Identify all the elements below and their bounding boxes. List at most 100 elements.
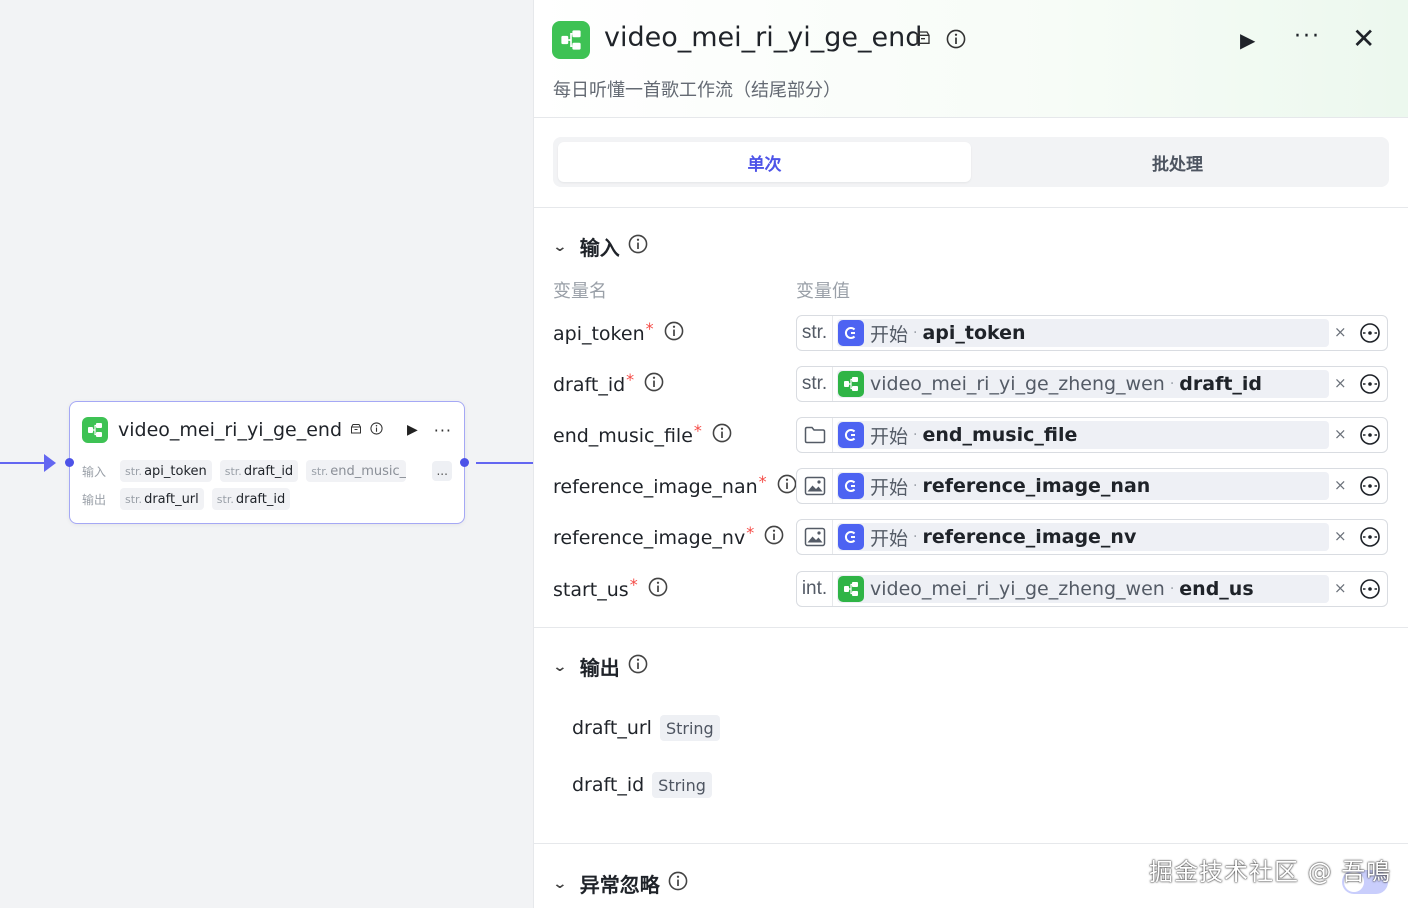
info-icon[interactable] [777, 474, 797, 499]
tab-batch[interactable]: 批处理 [971, 142, 1384, 182]
column-header-value: 变量值 [796, 281, 850, 302]
run-node-button[interactable]: ▶ [407, 422, 418, 438]
variable-reference[interactable]: video_mei_ri_yi_ge_zheng_wen · draft_id [837, 370, 1329, 398]
node-more-button[interactable]: ··· [434, 421, 452, 440]
node-input-row: 输入 str. api_token str. draft_id str. end_mu… [82, 460, 453, 482]
info-icon[interactable] [946, 29, 966, 53]
outgoing-edge [476, 462, 534, 464]
clear-icon[interactable]: × [1334, 527, 1347, 545]
info-icon[interactable] [668, 871, 688, 896]
more-inputs-button[interactable]: ... [432, 461, 453, 481]
column-header-name: 变量名 [553, 281, 607, 302]
variable-value-input[interactable]: str. 开始 · api_token × [796, 315, 1388, 351]
workflow-canvas[interactable]: video_mei_ri_yi_ge_end ▶ ··· 输入 str. api_… [0, 0, 534, 908]
divider [534, 843, 1408, 844]
tab-single[interactable]: 单次 [558, 142, 971, 182]
variable-value-input[interactable]: 开始 · reference_image_nv × [796, 519, 1388, 555]
variable-value-input[interactable]: 开始 · end_music_file × [796, 417, 1388, 453]
info-icon[interactable] [628, 654, 648, 679]
variable-reference[interactable]: video_mei_ri_yi_ge_zheng_wen · end_us [837, 575, 1329, 603]
workflow-icon [552, 21, 590, 59]
clear-icon[interactable]: × [1334, 476, 1347, 494]
edge-arrow-icon [44, 454, 56, 472]
node-header: video_mei_ri_yi_ge_end ▶ ··· [82, 416, 452, 444]
variable-picker-icon[interactable] [1359, 424, 1381, 450]
variable-value-input[interactable]: str. video_mei_ri_yi_ge_zheng_wen · draft_… [796, 366, 1388, 402]
info-icon[interactable] [664, 321, 684, 346]
info-icon[interactable] [370, 422, 383, 438]
variable-value-input[interactable]: int. video_mei_ri_yi_ge_zheng_wen · end_us… [796, 571, 1388, 607]
start-node-icon [838, 524, 864, 550]
workflow-node-icon [838, 371, 864, 397]
panel-title[interactable]: video_mei_ri_yi_ge_end [604, 22, 922, 53]
input-section-title: 输入 [579, 236, 620, 260]
variable-picker-icon[interactable] [1359, 322, 1381, 348]
workflow-node-icon [82, 417, 108, 443]
clear-icon[interactable]: × [1334, 323, 1347, 341]
input-variable-row: reference_image_nv * 开始 · reference_image_n… [534, 519, 1408, 555]
variable-picker-icon[interactable] [1359, 526, 1381, 552]
watermark: 掘金技术社区 @ 吾鳴 [1149, 858, 1392, 886]
divider [534, 627, 1408, 628]
variable-name: end_music_file * [553, 421, 732, 448]
info-icon[interactable] [712, 423, 732, 448]
exception-section-header[interactable]: ⌄ 异常忽略 [552, 869, 688, 898]
info-icon[interactable] [644, 372, 664, 397]
tag-icon [914, 30, 932, 51]
variable-value-input[interactable]: 开始 · reference_image_nan × [796, 468, 1388, 504]
output-chip: str. draft_id [211, 488, 291, 510]
variable-reference[interactable]: 开始 · api_token [837, 319, 1329, 347]
info-icon[interactable] [764, 525, 784, 550]
input-variable-row: draft_id * str. video_mei_ri_yi_ge_zheng_… [534, 366, 1408, 402]
variable-name: start_us * [553, 575, 668, 602]
chevron-down-icon[interactable]: ⌄ [552, 239, 567, 255]
variable-reference[interactable]: 开始 · end_music_file [837, 421, 1329, 449]
input-variable-row: start_us * int. video_mei_ri_yi_ge_zheng_… [534, 571, 1408, 607]
more-options-button[interactable]: ··· [1294, 24, 1321, 49]
output-variable-row: draft_id String [572, 772, 712, 798]
output-name: draft_id [572, 774, 645, 796]
node-settings-panel: video_mei_ri_yi_ge_end ▶ ··· ✕ 每日听懂一首歌工作… [533, 0, 1408, 908]
variable-picker-icon[interactable] [1359, 578, 1381, 604]
image-icon [797, 520, 833, 554]
variable-reference[interactable]: 开始 · reference_image_nan [837, 472, 1329, 500]
input-variable-row: api_token * str. 开始 · api_token × [534, 315, 1408, 351]
variable-name: draft_id * [553, 370, 664, 397]
close-button[interactable]: ✕ [1352, 22, 1375, 55]
info-icon[interactable] [648, 577, 668, 602]
output-chip: str. draft_url [120, 488, 204, 510]
variable-name: api_token * [553, 319, 684, 346]
output-type-badge: String [659, 715, 720, 741]
variable-picker-icon[interactable] [1359, 373, 1381, 399]
variable-name: reference_image_nan * [553, 472, 797, 499]
info-icon[interactable] [628, 234, 648, 259]
chevron-down-icon[interactable]: ⌄ [552, 876, 567, 892]
divider [534, 207, 1408, 208]
workflow-node[interactable]: video_mei_ri_yi_ge_end ▶ ··· 输入 str. api_… [69, 401, 465, 524]
mode-tabs: 单次 批处理 [553, 137, 1389, 187]
type-badge: str. [797, 367, 833, 401]
chevron-down-icon[interactable]: ⌄ [552, 659, 567, 675]
input-chip: str. end_music_ [306, 460, 407, 482]
clear-icon[interactable]: × [1334, 374, 1347, 392]
folder-icon [797, 418, 833, 452]
output-name: draft_url [572, 717, 652, 739]
node-title: video_mei_ri_yi_ge_end [118, 419, 343, 441]
variable-reference[interactable]: 开始 · reference_image_nv [837, 523, 1329, 551]
variable-name: reference_image_nv * [553, 523, 784, 550]
variable-picker-icon[interactable] [1359, 475, 1381, 501]
tag-icon [350, 423, 362, 438]
output-section-header[interactable]: ⌄ 输出 [552, 652, 648, 681]
panel-description: 每日听懂一首歌工作流（结尾部分） [553, 80, 841, 101]
panel-header: video_mei_ri_yi_ge_end ▶ ··· ✕ 每日听懂一首歌工作… [534, 0, 1408, 118]
image-icon [797, 469, 833, 503]
node-output-port[interactable] [460, 458, 469, 467]
run-button[interactable]: ▶ [1240, 28, 1255, 52]
node-input-port[interactable] [65, 458, 74, 467]
input-section-header[interactable]: ⌄ 输入 [552, 232, 648, 261]
start-node-icon [838, 320, 864, 346]
start-node-icon [838, 422, 864, 448]
clear-icon[interactable]: × [1334, 425, 1347, 443]
node-output-row: 输出 str. draft_url str. draft_id [82, 488, 298, 510]
clear-icon[interactable]: × [1334, 579, 1347, 597]
